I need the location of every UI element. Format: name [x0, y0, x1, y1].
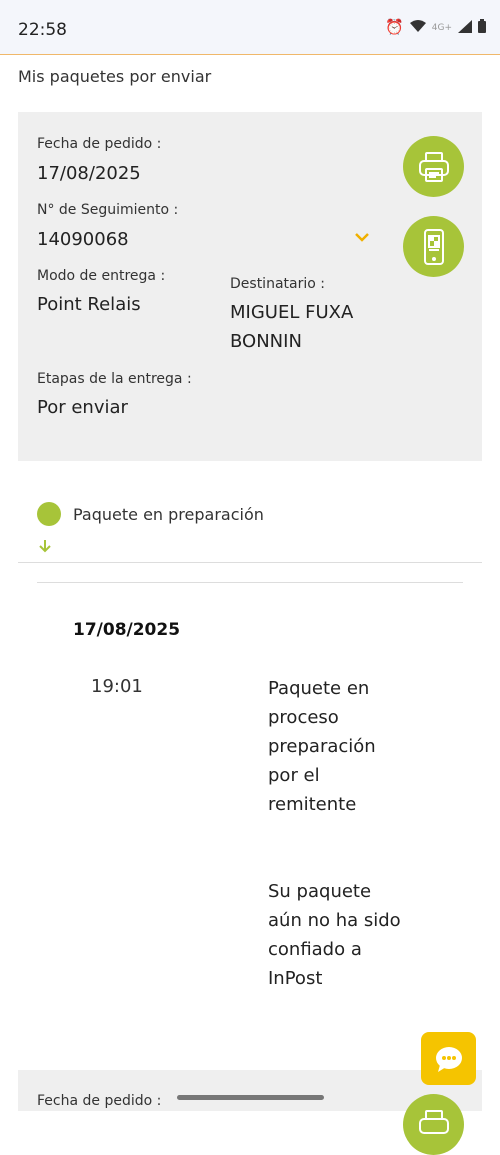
chat-button[interactable] — [421, 1032, 476, 1085]
status-icons: ⏰ 4G+ — [385, 19, 486, 36]
phone-qr-icon — [423, 228, 444, 265]
qr-code-button[interactable] — [403, 216, 464, 277]
printer-icon — [418, 151, 449, 182]
page-title: Mis paquetes por enviar — [18, 67, 212, 86]
delivery-mode-value: Point Relais — [37, 294, 141, 315]
order-date-value: 17/08/2025 — [37, 163, 141, 184]
detail-message-line: remitente — [268, 794, 357, 815]
battery-icon — [478, 19, 486, 36]
detail-message-line: Su paquete — [268, 881, 372, 902]
expand-chevron-down-icon[interactable] — [354, 226, 370, 247]
printer-icon — [418, 1109, 449, 1134]
shipment-card[interactable]: Fecha de pedido : 17/08/2025 N° de Segui… — [18, 112, 482, 461]
recipient-name-line2: BONNIN — [230, 331, 302, 352]
alarm-icon: ⏰ — [385, 18, 404, 36]
tracking-label: N° de Seguimiento : — [37, 202, 179, 218]
next-order-date-label: Fecha de pedido : — [37, 1093, 162, 1109]
next-shipment-card[interactable]: Fecha de pedido : — [18, 1070, 482, 1155]
signal-icon — [458, 19, 472, 36]
network-type-label: 4G+ — [431, 22, 452, 33]
detail-message-line: aún no ha sido — [268, 910, 401, 931]
status-bar: 22:58 ⏰ 4G+ — [0, 0, 500, 55]
chat-bubble-icon — [435, 1046, 462, 1072]
status-time: 22:58 — [18, 20, 67, 40]
recipient-label: Destinatario : — [230, 276, 325, 292]
delivery-mode-label: Modo de entrega : — [37, 268, 166, 284]
detail-message-line: proceso — [268, 707, 339, 728]
print-button[interactable] — [403, 136, 464, 197]
delivery-stage-label: Etapas de la entrega : — [37, 371, 192, 387]
home-indicator[interactable] — [177, 1095, 324, 1100]
detail-message-line: preparación — [268, 736, 376, 757]
detail-message-preparation: Paquete en proceso preparación por el re… — [268, 674, 428, 819]
detail-message-line: confiado a — [268, 939, 362, 960]
delivery-stage-value: Por enviar — [37, 397, 128, 418]
recipient-name-line1: MIGUEL FUXA — [230, 302, 354, 323]
tracking-number-value[interactable]: 14090068 — [37, 225, 129, 254]
next-print-button[interactable] — [403, 1094, 464, 1155]
detail-date: 17/08/2025 — [73, 620, 181, 640]
timeline-step-label: Paquete en preparación — [73, 505, 264, 524]
details-divider — [37, 582, 463, 583]
section-divider — [18, 562, 482, 563]
wifi-icon — [409, 19, 426, 36]
detail-time: 19:01 — [91, 676, 143, 697]
order-date-label: Fecha de pedido : — [37, 136, 162, 152]
detail-message-not-handed-over: Su paquete aún no ha sido confiado a InP… — [268, 877, 428, 993]
detail-message-line: InPost — [268, 968, 323, 989]
arrow-down-icon[interactable] — [38, 538, 52, 558]
detail-message-line: Paquete en — [268, 678, 370, 699]
detail-message-line: por el — [268, 765, 320, 786]
timeline-status-dot — [37, 502, 61, 526]
